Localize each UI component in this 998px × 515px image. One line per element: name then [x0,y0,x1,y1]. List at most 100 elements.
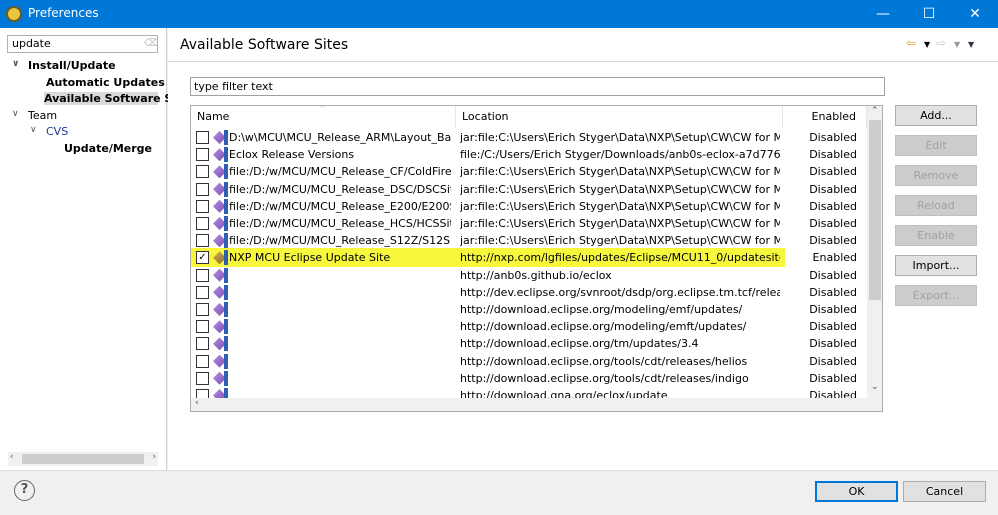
column-header-enabled[interactable]: Enabled [783,106,867,128]
tree-item[interactable]: Available Software Sit [44,92,181,105]
remove-button[interactable]: Remove [895,165,977,186]
site-checkbox[interactable]: ✓ [196,251,209,265]
tree-item[interactable]: ∨ Team [12,109,57,122]
table-row[interactable]: file:/D:/w/MCU/MCU_Release_S12Z/S12Site/… [191,232,867,249]
reload-button[interactable]: Reload [895,195,977,216]
view-menu-icon[interactable]: ▼ [968,40,974,49]
site-enabled-status: Disabled [809,337,857,351]
chevron-down-icon[interactable]: ∨ [12,59,19,69]
edit-button[interactable]: Edit [895,135,977,156]
maximize-button[interactable]: ☐ [906,0,952,28]
ok-button[interactable]: OK [815,481,898,502]
column-header-location[interactable]: Location [456,106,783,128]
table-row[interactable]: http://download.eclipse.org/modeling/emf… [191,318,867,335]
table-row[interactable]: Eclox Release Versions file:/C:/Users/Eri… [191,146,867,163]
add-button[interactable]: Add... [895,105,977,126]
site-location: http://nxp.com/lgfiles/updates/Eclipse/M… [460,251,780,265]
update-site-icon-bar [224,284,228,300]
preference-search-input[interactable]: update ⌫ [7,35,158,53]
site-checkbox[interactable] [196,371,209,385]
tree-item[interactable]: Automatic Updates [46,76,165,89]
table-row[interactable]: http://dev.eclipse.org/svnroot/dsdp/org.… [191,284,867,301]
site-checkbox[interactable] [196,285,209,299]
table-row[interactable]: http://download.eclipse.org/tools/cdt/re… [191,353,867,370]
enable-button[interactable]: Enable [895,225,977,246]
site-name: Eclox Release Versions [229,148,355,162]
chevron-down-icon[interactable]: ∨ [30,125,37,135]
table-row[interactable]: file:/D:/w/MCU/MCU_Release_E200/E200Site… [191,198,867,215]
site-enabled-status: Disabled [809,131,857,144]
scrollbar-thumb[interactable] [869,120,881,300]
forward-menu-icon[interactable]: ▼ [954,40,960,49]
site-checkbox[interactable] [196,217,209,230]
site-enabled-status: Disabled [809,165,857,179]
site-checkbox[interactable] [196,320,209,334]
site-enabled-status: Disabled [809,285,857,299]
tree-item-label: Available Software Sit [44,92,182,105]
export-button[interactable]: Export... [895,285,977,306]
site-name: D:\w\MCU\MCU_Release_ARM\Layout_Base... [229,131,451,144]
site-checkbox[interactable] [196,234,209,248]
table-row[interactable]: D:\w\MCU\MCU_Release_ARM\Layout_Base... j… [191,129,867,146]
table-horizontal-scrollbar[interactable]: ‹ [191,398,882,411]
site-checkbox[interactable] [196,131,209,144]
table-row[interactable]: file:/D:/w/MCU/MCU_Release_CF/ColdFireSi… [191,163,867,180]
site-enabled-status: Disabled [809,320,857,334]
site-location: http://anb0s.github.io/eclox [460,268,612,282]
column-header-name[interactable]: Name ⌃ [191,106,456,128]
site-location: http://download.eclipse.org/tm/updates/3… [460,337,699,351]
scroll-down-icon[interactable]: ⌄ [871,382,879,392]
column-label: Name [197,110,230,123]
site-checkbox[interactable] [196,303,209,316]
site-location: jar:file:C:\Users\Erich Styger\Data\NXP\… [460,234,780,248]
import-button[interactable]: Import... [895,255,977,276]
clear-search-icon[interactable]: ⌫ [144,38,158,49]
site-checkbox[interactable] [196,337,209,351]
site-location: http://download.eclipse.org/modeling/emf… [460,320,747,334]
scroll-up-icon[interactable]: ⌃ [871,106,879,116]
site-name: file:/D:/w/MCU/MCU_Release_S12Z/S12Site/… [229,234,451,248]
table-row[interactable]: ✓ NXP MCU Eclipse Update Site http://nxp.c… [191,248,867,268]
software-sites-table: Name ⌃ Location Enabled D:\w\MCU\MCU_Rele… [190,105,883,412]
tree-item[interactable]: Update/Merge [64,142,152,155]
site-checkbox[interactable] [196,148,209,162]
close-button[interactable]: ✕ [952,0,998,28]
table-row[interactable]: http://download.eclipse.org/tm/updates/3… [191,335,867,352]
table-vertical-scrollbar[interactable]: ⌃ ⌄ [867,106,882,398]
tree-item-label: Automatic Updates [46,75,165,89]
site-location: http://dev.eclipse.org/svnroot/dsdp/org.… [460,285,780,299]
site-checkbox[interactable] [196,182,209,196]
site-enabled-status: Disabled [809,268,857,282]
scrollbar-thumb[interactable] [22,454,144,464]
chevron-down-icon[interactable]: ∨ [12,109,19,119]
site-location: http://download.eclipse.org/modeling/emf… [460,303,743,316]
site-checkbox[interactable] [196,165,209,179]
tree-item-label: Update/Merge [64,141,153,155]
minimize-button[interactable]: — [860,0,906,28]
site-name: file:/D:/w/MCU/MCU_Release_CF/ColdFireSi… [229,165,451,179]
table-row[interactable]: http://download.eclipse.org/modeling/emf… [191,301,867,318]
table-row[interactable]: file:/D:/w/MCU/MCU_Release_HCS/HCSSite..… [191,215,867,232]
site-checkbox[interactable] [196,354,209,368]
site-enabled-status: Disabled [809,199,857,213]
sidebar-horizontal-scrollbar[interactable]: ‹ › [8,452,158,466]
cancel-button[interactable]: Cancel [903,481,986,502]
site-enabled-status: Disabled [809,234,857,248]
scroll-left-icon[interactable]: ‹ [195,398,199,408]
tree-item[interactable]: ∨ CVS [30,125,68,138]
table-row[interactable]: http://anb0s.github.io/eclox Disabled [191,267,867,284]
update-site-icon-bar [224,130,228,145]
table-row[interactable]: http://download.eclipse.org/tools/cdt/re… [191,370,867,387]
tree-item[interactable]: ∨ Install/Update [12,59,116,72]
forward-arrow-icon[interactable]: ⇨ [936,36,946,50]
back-arrow-icon[interactable]: ⇦ [906,36,916,50]
back-menu-icon[interactable]: ▼ [924,40,930,49]
filter-input[interactable]: type filter text [190,77,885,96]
update-site-icon-bar [224,353,228,369]
site-checkbox[interactable] [196,199,209,213]
search-value: update [12,37,51,50]
help-button[interactable]: ? [14,480,35,501]
table-row[interactable]: file:/D:/w/MCU/MCU_Release_DSC/DSCSite/.… [191,181,867,198]
site-checkbox[interactable] [196,268,209,282]
site-location: jar:file:C:\Users\Erich Styger\Data\NXP\… [460,217,780,230]
